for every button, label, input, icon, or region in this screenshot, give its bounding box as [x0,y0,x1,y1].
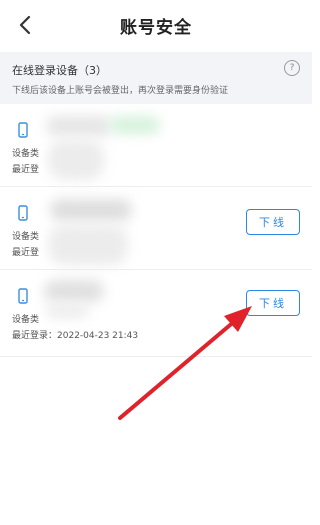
status-bar-spacer [0,0,312,8]
last-login-value: 2022-04-23 21:43 [57,331,139,341]
device-type: 设备类 [12,232,40,242]
last-login-label: 最近登 [12,165,40,175]
blurred-device-name [50,199,132,221]
phone-icon [18,288,28,304]
device-type: 设备类 [12,149,40,159]
online-devices-section-header: 在线登录设备（3） 下线后该设备上账号会被登出，再次登录需要身份验证 ? [0,52,312,104]
section-subtitle: 下线后该设备上账号会被登出，再次登录需要身份验证 [12,86,229,96]
device-item: 设备类 最近登录：2022-04-23 21:43 下线 [0,270,312,357]
device-last-login: 最近登录：2022-04-23 21:43 [12,328,138,341]
blurred-details [46,304,88,318]
device-item: 设备类 最近登 [0,104,312,187]
blurred-details [48,225,128,265]
blurred-device-name [44,280,104,302]
last-login-label: 最近登 [12,248,40,258]
question-circle-icon[interactable]: ? [284,60,300,76]
chevron-left-icon [19,15,31,35]
blurred-details [48,140,104,180]
back-button[interactable] [12,12,38,38]
offline-button[interactable]: 下线 [246,290,300,316]
offline-button[interactable]: 下线 [246,209,300,235]
top-bar: 账号安全 [0,8,312,42]
device-item: 设备类 最近登 下线 [0,187,312,270]
section-title: 在线登录设备（3） [12,64,107,77]
device-last-login: 最近登 [12,245,39,258]
device-last-login: 最近登 [12,162,39,175]
blurred-status-tag [110,116,160,134]
blurred-device-name [46,116,112,136]
phone-icon [18,205,28,221]
page-title: 账号安全 [120,17,192,38]
device-type: 设备类 [12,315,40,325]
last-login-label: 最近登录： [12,331,58,341]
phone-icon [18,122,28,138]
